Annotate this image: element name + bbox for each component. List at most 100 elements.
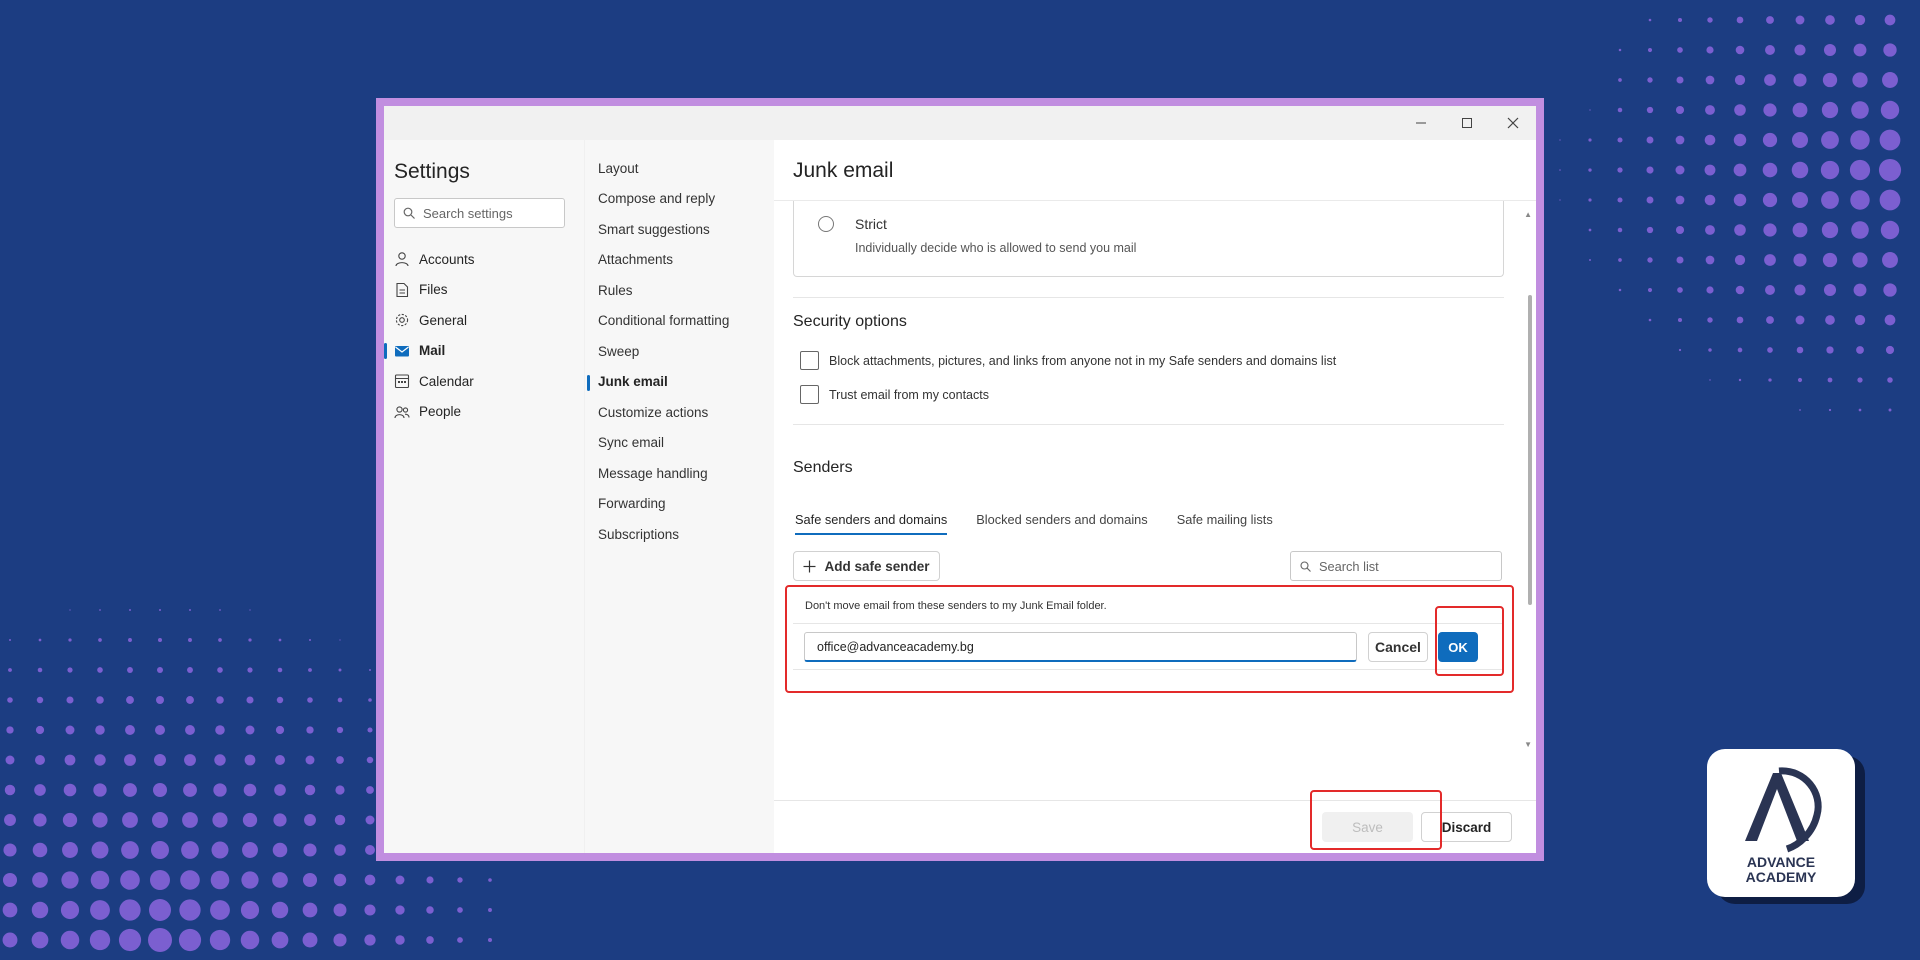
background-dot: [1675, 225, 1685, 235]
subnav-item-rules[interactable]: Rules: [585, 275, 775, 306]
close-button[interactable]: [1490, 106, 1536, 140]
background-dot: [1705, 105, 1715, 115]
strict-radio[interactable]: [818, 216, 834, 232]
background-dot: [457, 877, 463, 883]
background-dot: [1617, 227, 1623, 233]
background-dot: [2, 932, 18, 948]
security-options-heading: Security options: [793, 313, 907, 330]
discard-button[interactable]: Discard: [1421, 812, 1512, 842]
background-dot: [67, 667, 73, 673]
background-dot: [1799, 409, 1801, 411]
background-dot: [271, 901, 289, 919]
minimize-icon: [1416, 122, 1426, 124]
nav-item-people[interactable]: People: [384, 397, 584, 428]
background-dot: [305, 755, 315, 765]
background-dot: [1735, 285, 1745, 295]
background-dot: [63, 783, 77, 797]
subnav-item-subscriptions[interactable]: Subscriptions: [585, 519, 775, 550]
logo-text-line1: ADVANCE: [1746, 854, 1816, 870]
background-dot: [1676, 256, 1684, 264]
save-button[interactable]: Save: [1322, 812, 1413, 842]
background-dot: [242, 812, 258, 828]
subnav-item-sync-email[interactable]: Sync email: [585, 428, 775, 459]
nav-item-calendar[interactable]: Calendar: [384, 366, 584, 397]
subnav-item-message-handling[interactable]: Message handling: [585, 458, 775, 489]
block-attachments-checkbox[interactable]: [800, 351, 819, 370]
subnav-item-compose-and-reply[interactable]: Compose and reply: [585, 184, 775, 215]
nav-item-general[interactable]: General: [384, 305, 584, 336]
background-dot: [129, 609, 131, 611]
background-dot: [36, 696, 44, 704]
mail-settings-nav: Layout Compose and reply Smart suggestio…: [584, 140, 774, 853]
tab-safe-senders[interactable]: Safe senders and domains: [795, 512, 948, 535]
trust-contacts-option[interactable]: Trust email from my contacts: [800, 385, 989, 404]
minimize-button[interactable]: [1398, 106, 1444, 140]
block-attachments-option[interactable]: Block attachments, pictures, and links f…: [800, 351, 1336, 370]
sender-email-input[interactable]: [804, 632, 1357, 662]
background-dot: [150, 870, 170, 890]
background-dot: [5, 755, 15, 765]
scrollbar-thumb[interactable]: [1528, 295, 1532, 605]
background-dot: [1885, 345, 1895, 355]
background-dot: [1588, 138, 1592, 142]
background-dot: [426, 936, 434, 944]
nav-item-mail[interactable]: Mail: [384, 336, 584, 367]
background-dot: [219, 609, 221, 611]
subnav-item-junk-email[interactable]: Junk email: [585, 367, 775, 398]
background-dot: [120, 870, 140, 890]
background-dot: [1795, 15, 1805, 25]
nav-item-accounts[interactable]: Accounts: [384, 244, 584, 275]
background-dot: [68, 638, 72, 642]
background-dot: [277, 667, 283, 673]
background-dot: [1766, 16, 1774, 24]
background-dot: [159, 609, 161, 611]
trust-contacts-checkbox[interactable]: [800, 385, 819, 404]
background-dot: [210, 870, 230, 890]
junk-email-panel: Junk email Strict Individually decide wh…: [774, 140, 1536, 853]
scroll-up-arrow-icon[interactable]: ▲: [1524, 210, 1532, 219]
background-dot: [210, 900, 230, 920]
background-dot: [180, 870, 200, 890]
add-sender-panel: Don't move email from these senders to m…: [793, 592, 1504, 672]
tab-blocked-senders[interactable]: Blocked senders and domains: [976, 512, 1147, 535]
subnav-item-smart-suggestions[interactable]: Smart suggestions: [585, 214, 775, 245]
background-dot: [62, 842, 78, 858]
background-dot: [7, 697, 13, 703]
background-dot: [95, 725, 105, 735]
tab-safe-mailing-lists[interactable]: Safe mailing lists: [1177, 512, 1273, 535]
subnav-item-layout[interactable]: Layout: [585, 153, 775, 184]
search-list-input[interactable]: Search list: [1290, 551, 1502, 581]
subnav-item-forwarding[interactable]: Forwarding: [585, 489, 775, 520]
background-dot: [1879, 189, 1901, 211]
nav-item-files[interactable]: Files: [384, 275, 584, 306]
background-dot: [1707, 317, 1713, 323]
background-dot: [272, 842, 288, 858]
background-dot: [1825, 315, 1835, 325]
background-dot: [60, 900, 80, 920]
subnav-item-sweep[interactable]: Sweep: [585, 336, 775, 367]
background-dot: [1792, 222, 1808, 238]
maximize-button[interactable]: [1444, 106, 1490, 140]
add-safe-sender-button[interactable]: Add safe sender: [793, 551, 940, 581]
search-settings-input[interactable]: Search settings: [394, 198, 565, 228]
calendar-icon: [394, 373, 410, 389]
background-dot: [308, 638, 312, 642]
cancel-button[interactable]: Cancel: [1368, 632, 1428, 662]
subnav-item-conditional-formatting[interactable]: Conditional formatting: [585, 306, 775, 337]
background-dot: [1882, 252, 1898, 268]
background-dot: [364, 934, 376, 946]
background-dot: [337, 697, 343, 703]
subnav-item-attachments[interactable]: Attachments: [585, 245, 775, 276]
background-dot: [1588, 198, 1592, 202]
background-dot: [152, 812, 168, 828]
background-dot: [31, 931, 49, 949]
background-dot: [6, 726, 14, 734]
background-dot: [1646, 226, 1654, 234]
subnav-item-customize-actions[interactable]: Customize actions: [585, 397, 775, 428]
background-dot: [333, 873, 347, 887]
background-dot: [338, 668, 342, 672]
scroll-down-arrow-icon[interactable]: ▼: [1524, 740, 1532, 749]
background-dot: [1880, 220, 1900, 240]
background-dot: [272, 872, 288, 888]
ok-button[interactable]: OK: [1438, 632, 1478, 662]
